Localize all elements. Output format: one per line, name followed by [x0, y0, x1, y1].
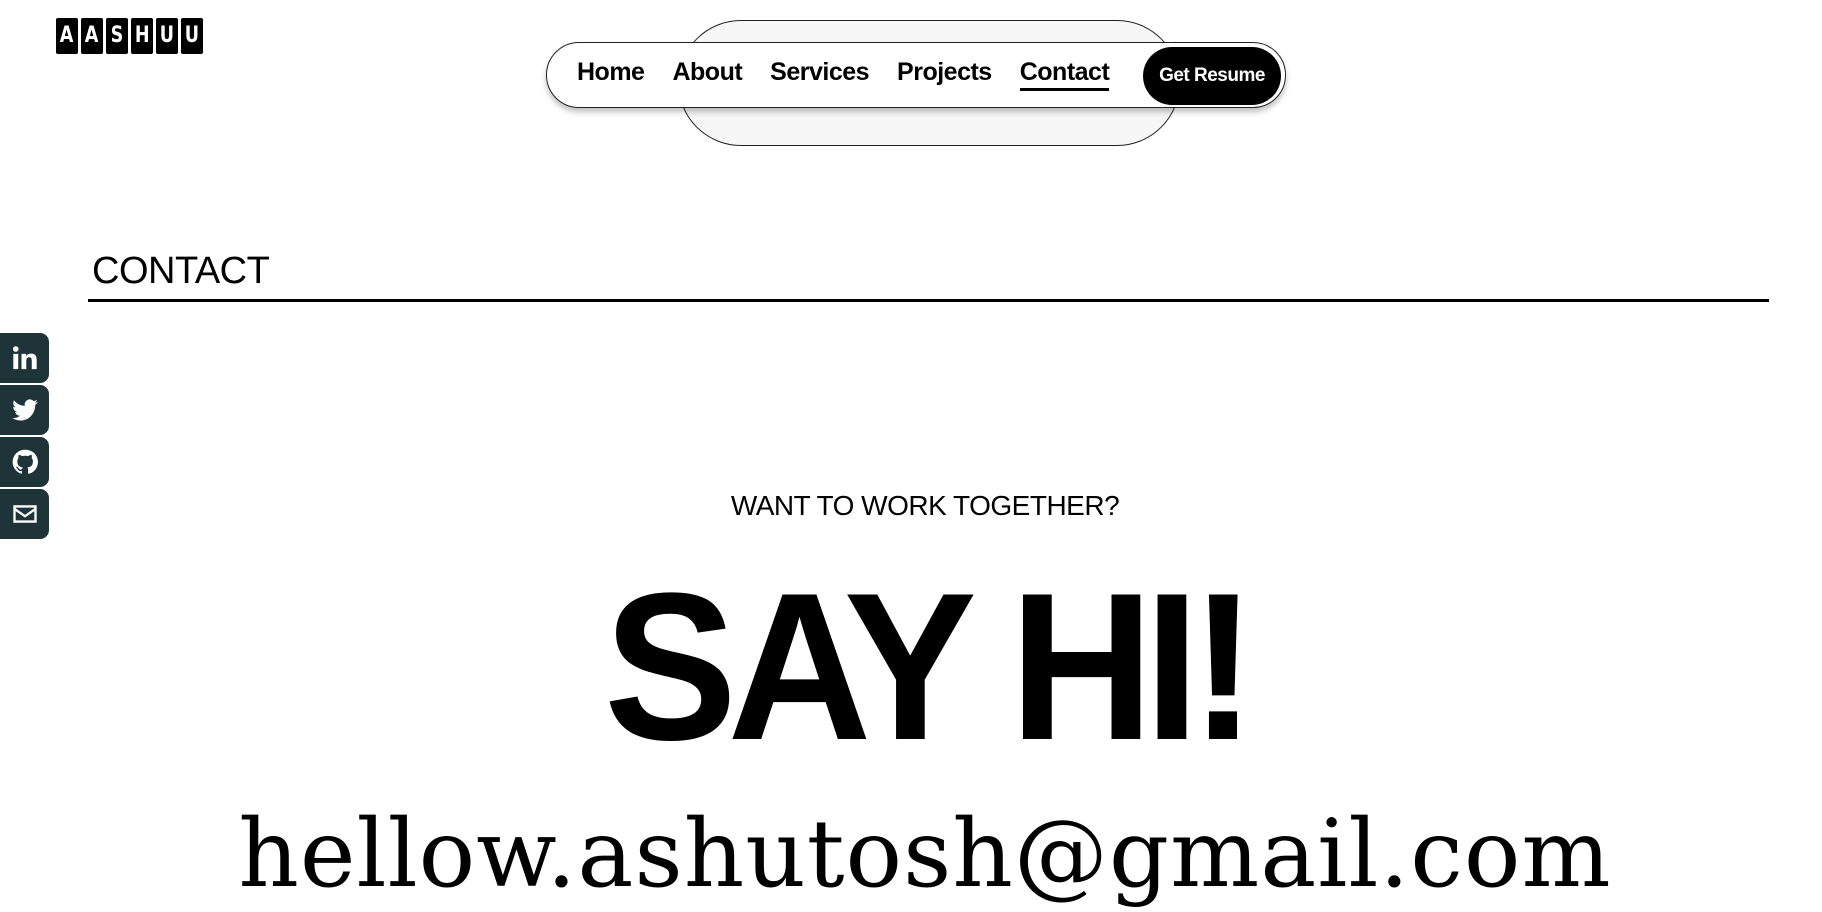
- main-nav: Home About Services Projects Contact Get…: [546, 42, 1286, 108]
- logo-letter: U: [156, 18, 178, 54]
- logo-letter: A: [81, 18, 103, 54]
- nav-link-contact[interactable]: Contact: [1019, 58, 1110, 92]
- twitter-icon: [11, 399, 38, 421]
- nav-link-about[interactable]: About: [672, 58, 742, 92]
- logo-letter: H: [131, 18, 153, 54]
- contact-kicker: WANT TO WORK TOGETHER?: [730, 490, 1120, 521]
- nav-link-home[interactable]: Home: [577, 58, 645, 92]
- page: A A S H U U Home About Services Projects…: [0, 0, 1822, 912]
- logo-letter: A: [56, 18, 78, 54]
- linkedin-link[interactable]: [0, 333, 49, 383]
- say-hi-headline: SAY HI!: [603, 549, 1256, 784]
- linkedin-icon: [12, 346, 37, 370]
- email-link-text[interactable]: hellow.ashutosh@gmail.com: [0, 808, 1822, 902]
- logo-letter: U: [181, 18, 203, 54]
- github-icon: [12, 449, 38, 474]
- section-divider: [88, 299, 1769, 302]
- get-resume-button[interactable]: Get Resume: [1143, 47, 1281, 105]
- logo-letter: S: [106, 18, 128, 54]
- nav-link-projects[interactable]: Projects: [897, 58, 992, 92]
- logo[interactable]: A A S H U U: [56, 18, 203, 54]
- section-title: CONTACT: [92, 250, 270, 292]
- twitter-link[interactable]: [0, 385, 49, 435]
- github-link[interactable]: [0, 437, 49, 487]
- nav-link-services[interactable]: Services: [770, 58, 869, 92]
